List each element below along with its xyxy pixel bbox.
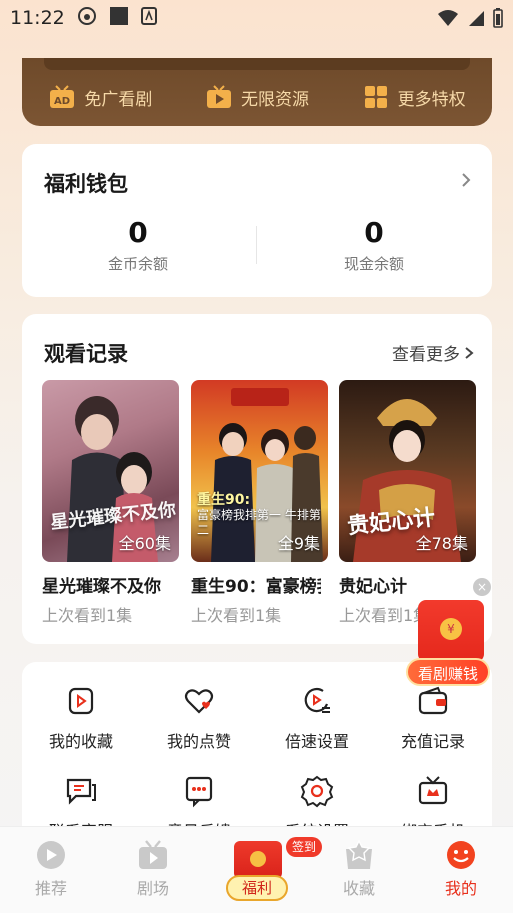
- feature-my-likes[interactable]: 我的点赞: [140, 684, 258, 752]
- notification-app-icon: [77, 6, 97, 31]
- chevron-right-icon[interactable]: [460, 172, 472, 188]
- history-title-2[interactable]: 重生90：富豪榜我排第一牛排第二: [191, 572, 321, 597]
- feedback-icon: [185, 776, 213, 808]
- bind-phone-icon: [418, 776, 448, 805]
- vip-item-unlimited[interactable]: 无限资源: [205, 84, 309, 110]
- vip-item-ad-free[interactable]: AD 免广看剧: [48, 84, 152, 110]
- wallet-card[interactable]: 福利钱包 0 金币余额 0 现金余额: [22, 144, 492, 297]
- tab-theater[interactable]: 剧场: [108, 839, 198, 899]
- notification-text-icon: [140, 6, 157, 30]
- episode-count: 全60集: [118, 534, 171, 553]
- history-title: 观看记录: [44, 342, 128, 366]
- feature-speed-setting[interactable]: 倍速设置: [258, 684, 376, 752]
- tab-label: 收藏: [342, 879, 375, 898]
- view-more-link[interactable]: 查看更多: [392, 340, 474, 365]
- history-poster-2[interactable]: 重生90: 富豪榜我排第一 牛排第二 全9集: [191, 380, 328, 562]
- episode-count: 全9集: [277, 534, 320, 553]
- ad-free-icon: AD: [50, 85, 75, 108]
- feature-label: 充值记录: [400, 732, 465, 751]
- history-progress-1: 上次看到1集: [42, 606, 133, 625]
- grid-icon: [364, 86, 387, 108]
- vip-item-label: 无限资源: [240, 89, 309, 110]
- profile-icon: [447, 841, 475, 869]
- vip-item-more[interactable]: 更多特权: [362, 84, 466, 110]
- tab-mine[interactable]: 我的: [416, 839, 506, 899]
- notification-square-icon: [109, 6, 129, 31]
- speed-icon: [304, 688, 330, 713]
- features-grid-card: 我的收藏 我的点赞 倍速设置 充值记录 联系客服 意见反馈 系统设置 绑定手机: [22, 662, 492, 842]
- feature-label: 倍速设置: [284, 732, 349, 751]
- signal-icon: [467, 9, 485, 32]
- status-time: 11:22: [10, 7, 65, 29]
- recommend-icon: [37, 841, 65, 869]
- episode-count: 全78集: [415, 534, 468, 553]
- customer-service-icon: [66, 778, 96, 805]
- heart-like-icon: [184, 689, 214, 714]
- bottom-tab-bar: 推荐 剧场 福利 签到 收藏 我的: [0, 826, 513, 913]
- vip-item-label: 更多特权: [397, 89, 466, 110]
- tab-label: 福利: [226, 875, 288, 901]
- tab-welfare[interactable]: 福利: [226, 827, 290, 907]
- feature-my-favorites[interactable]: 我的收藏: [22, 684, 140, 752]
- watch-earn-promo[interactable]: ¥ 看剧赚钱: [406, 578, 498, 686]
- history-poster-3[interactable]: 贵妃心计 全78集: [339, 380, 476, 562]
- feature-label: 我的收藏: [48, 732, 113, 751]
- theater-icon: [139, 840, 167, 869]
- promo-label: 看剧赚钱: [406, 658, 490, 686]
- tab-label: 剧场: [136, 879, 169, 898]
- wallet-title: 福利钱包: [44, 172, 128, 196]
- chevron-right-icon: [465, 346, 474, 359]
- history-progress-2: 上次看到1集: [191, 606, 282, 625]
- feature-label: 我的点赞: [166, 732, 231, 751]
- status-bar: 11:22: [0, 0, 513, 36]
- poster-title-top: 重生90:: [197, 492, 251, 508]
- coin-icon: ¥: [440, 618, 462, 640]
- coin-icon: [250, 851, 266, 867]
- tab-collection[interactable]: 收藏: [314, 839, 404, 899]
- collection-icon: [346, 839, 372, 869]
- settings-gear-icon: [300, 775, 334, 808]
- view-more-label: 查看更多: [392, 345, 460, 365]
- play-tv-icon: [206, 85, 231, 108]
- tab-label: 我的: [444, 879, 477, 898]
- wifi-icon: [437, 9, 459, 32]
- vip-item-label: 免广看剧: [84, 89, 153, 110]
- svg-text:AD: AD: [54, 96, 70, 107]
- favorites-icon: [68, 687, 94, 715]
- coin-balance-label: 金币余额: [107, 255, 168, 273]
- divider: [256, 226, 257, 264]
- battery-icon: [493, 8, 503, 33]
- vip-benefits-strip[interactable]: AD 免广看剧 无限资源 更多特权: [22, 58, 492, 126]
- tab-label: 推荐: [34, 879, 67, 898]
- cash-balance-label: 现金余额: [343, 255, 404, 273]
- cash-balance[interactable]: 0 现金余额: [274, 216, 474, 274]
- cash-balance-value: 0: [364, 216, 384, 249]
- coin-balance-value: 0: [128, 216, 148, 249]
- history-poster-1[interactable]: 星光璀璨不及你 全60集: [42, 380, 179, 562]
- coin-balance[interactable]: 0 金币余额: [38, 216, 238, 274]
- history-title-1[interactable]: 星光璀璨不及你: [42, 572, 182, 597]
- feature-recharge-records[interactable]: 充值记录: [374, 684, 492, 752]
- wallet-record-icon: [418, 686, 448, 715]
- tab-recommend[interactable]: 推荐: [6, 839, 96, 899]
